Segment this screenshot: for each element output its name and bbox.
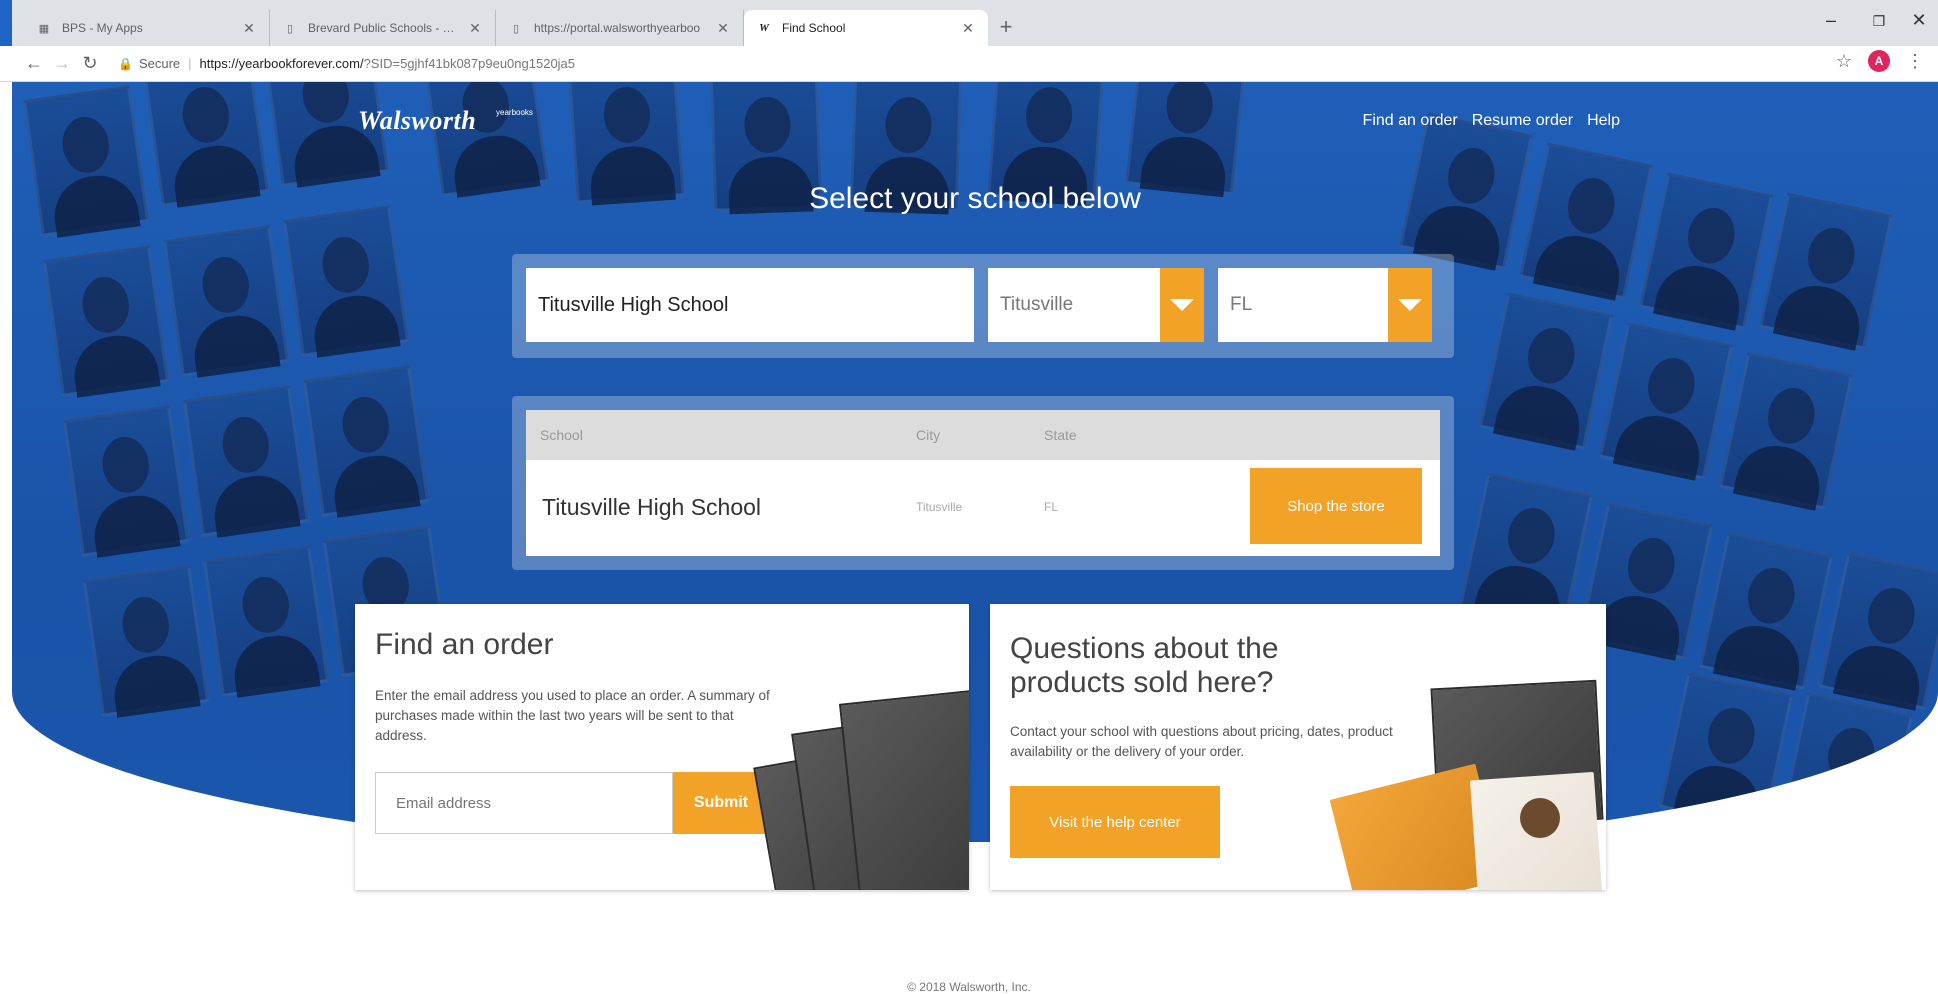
nav-resume-order[interactable]: Resume order (1472, 112, 1573, 130)
footer-copyright: © 2018 Walsworth, Inc. (907, 980, 1031, 994)
close-icon[interactable]: ✕ (467, 20, 483, 37)
questions-title-line1: Questions about the (1010, 632, 1279, 665)
url-path: ?SID=5gjhf41bk087p9eu0ng1520ja5 (363, 56, 576, 71)
window-close-icon[interactable]: ✕ (1904, 10, 1934, 31)
shop-the-store-button[interactable]: Shop the store (1250, 468, 1422, 544)
state-select-value: FL (1230, 294, 1253, 315)
portrait-photo (182, 385, 310, 537)
bookmark-star-icon[interactable]: ☆ (1836, 51, 1852, 72)
school-name-input[interactable] (526, 268, 974, 342)
questions-title-line2: products sold here? (1010, 666, 1274, 699)
forward-arrow-icon[interactable]: → (48, 50, 76, 78)
result-state: FL (1044, 500, 1059, 514)
find-order-title: Find an order (375, 628, 554, 661)
tab-walsworth-portal[interactable]: ▯ https://portal.walsworthyearboo ✕ (496, 10, 744, 46)
results-table: School City State Titusville High School… (526, 410, 1440, 556)
tab-title: https://portal.walsworthyearboo (534, 21, 701, 35)
minimize-icon[interactable]: – (1816, 10, 1846, 31)
results-table-header: School City State (526, 410, 1440, 460)
toolbar-right: ☆ A ⋮ (1836, 50, 1924, 72)
portrait-photo (62, 405, 190, 557)
back-arrow-icon[interactable]: ← (20, 50, 48, 78)
page-icon: ▯ (286, 22, 294, 35)
find-order-description: Enter the email address you used to plac… (375, 688, 770, 743)
address-bar[interactable]: 🔒 Secure | https://yearbookforever.com/ … (118, 56, 575, 71)
portrait-photo (1478, 292, 1614, 450)
url-separator: | (188, 56, 192, 71)
restore-icon[interactable]: ❐ (1864, 13, 1894, 30)
portrait-photo (1598, 322, 1734, 480)
page-icon: ▯ (512, 22, 520, 35)
tab-title: Brevard Public Schools - You ha (308, 21, 459, 35)
city-select[interactable]: Titusville (988, 268, 1204, 342)
more-menu-icon[interactable]: ⋮ (1906, 51, 1924, 72)
tab-find-school[interactable]: W Find School ✕ (744, 10, 988, 46)
page-title: Select your school below (809, 182, 1141, 215)
portrait-photo (202, 545, 330, 697)
state-select[interactable]: FL (1218, 268, 1432, 342)
secure-label: Secure (138, 56, 181, 71)
url-host: https://yearbookforever.com/ (199, 56, 364, 71)
portrait-photo (1658, 672, 1794, 830)
chevron-down-icon[interactable] (1388, 268, 1432, 342)
portrait-photo (1518, 142, 1654, 300)
column-header-state: State (1044, 427, 1077, 443)
top-navigation: Find an order Resume order Help (1363, 112, 1620, 130)
browser-tab-strip: ▦ BPS - My Apps ✕ ▯ Brevard Public Schoo… (0, 0, 1938, 46)
yearbook-image (838, 689, 969, 890)
address-toolbar: ← → ↻ 🔒 Secure | https://yearbookforever… (0, 46, 1938, 82)
portrait-photo (422, 82, 550, 197)
portrait-photo (302, 365, 430, 517)
tab-title: Find School (782, 21, 846, 35)
questions-description: Contact your school with questions about… (1010, 724, 1393, 759)
column-header-school: School (540, 427, 583, 443)
walsworth-logo[interactable]: Walsworth (358, 106, 476, 136)
walsworth-icon: W (759, 22, 769, 34)
column-header-city: City (916, 427, 941, 443)
profile-avatar[interactable]: A (1868, 50, 1890, 72)
visit-help-center-button[interactable]: Visit the help center (1010, 786, 1220, 858)
reload-icon[interactable]: ↻ (76, 50, 104, 78)
portrait-photo (1718, 352, 1854, 510)
portrait-photo (162, 225, 290, 377)
student-photo (1520, 798, 1560, 838)
portrait-photo (1818, 552, 1938, 710)
portrait-photo (42, 245, 170, 397)
chevron-down-icon[interactable] (1160, 268, 1204, 342)
find-order-card: Find an order Enter the email address yo… (355, 604, 969, 890)
apps-icon: ▦ (38, 22, 50, 35)
school-results-panel: School City State Titusville High School… (512, 396, 1454, 570)
questions-card: Questions about the products sold here? … (990, 604, 1606, 890)
email-address-input[interactable] (375, 772, 673, 834)
portrait-photo (282, 205, 410, 357)
portrait-photo (1125, 82, 1247, 196)
close-icon[interactable]: ✕ (960, 20, 976, 37)
tab-bps-my-apps[interactable]: ▦ BPS - My Apps ✕ (24, 10, 270, 46)
city-select-value: Titusville (1000, 294, 1074, 315)
result-city: Titusville (916, 500, 963, 514)
portrait-photo (1698, 532, 1834, 690)
portrait-photo (1778, 692, 1914, 842)
lock-icon: 🔒 (118, 56, 133, 71)
nav-help[interactable]: Help (1587, 112, 1620, 130)
new-tab-icon[interactable]: + (993, 14, 1019, 40)
table-row: Titusville High School Titusville FL Sho… (526, 460, 1440, 556)
hero-section: Walsworth yearbooks Find an order Resume… (12, 82, 1938, 842)
close-icon[interactable]: ✕ (241, 20, 257, 37)
close-icon[interactable]: ✕ (715, 20, 731, 37)
tab-brevard-public-schools[interactable]: ▯ Brevard Public Schools - You ha ✕ (270, 10, 496, 46)
result-school-name: Titusville High School (542, 494, 762, 520)
logo-superscript: yearbooks (496, 108, 533, 117)
nav-find-an-order[interactable]: Find an order (1363, 112, 1458, 130)
portrait-photo (82, 565, 210, 717)
school-search-panel: Titusville FL (512, 254, 1454, 358)
window-edge (0, 0, 12, 46)
tab-title: BPS - My Apps (62, 21, 143, 35)
